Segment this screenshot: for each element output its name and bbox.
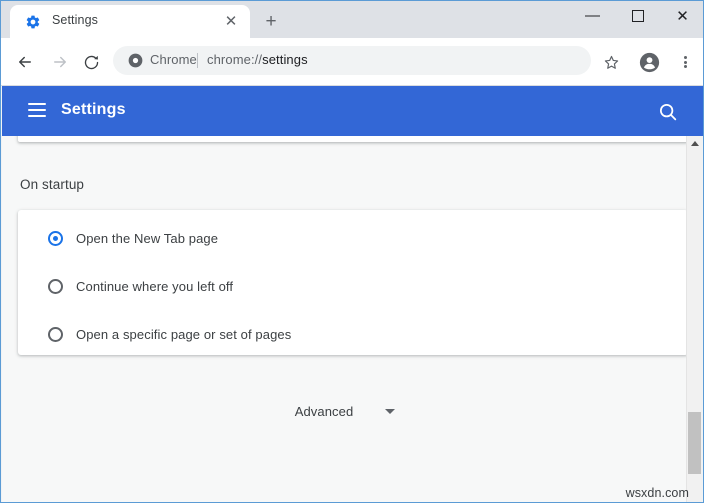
maximize-icon [632,10,644,22]
section-heading-on-startup: On startup [20,177,84,192]
radio-button[interactable] [48,327,63,342]
arrow-right-icon [51,53,69,71]
vertical-scrollbar[interactable] [686,136,702,503]
url-suffix: settings [262,52,308,67]
chrome-logo-icon [128,53,143,68]
advanced-label: Advanced [295,404,354,419]
forward-button[interactable] [46,48,74,76]
url-prefix: chrome:// [207,52,262,67]
back-button[interactable] [11,48,39,76]
startup-option-label: Open the New Tab page [76,231,218,246]
chevron-down-icon [385,409,395,414]
security-chip-label: Chrome [150,52,197,67]
page-title: Settings [61,101,126,119]
close-button[interactable]: ✕ [660,1,704,31]
radio-button[interactable] [48,279,63,294]
browser-menu-button[interactable] [671,48,699,76]
startup-option-continue[interactable]: Continue where you left off [18,262,688,310]
close-icon: ✕ [676,7,689,25]
minimize-button[interactable]: — [570,1,615,38]
scrollbar-thumb[interactable] [688,412,701,474]
three-dot-menu-icon [684,54,687,69]
hamburger-menu-icon[interactable] [28,103,46,117]
new-tab-button[interactable]: + [259,10,283,34]
previous-section-card-edge [18,136,688,142]
tab-close-icon[interactable]: ✕ [222,13,240,31]
window-controls: — ✕ [570,1,704,31]
startup-option-label: Open a specific page or set of pages [76,327,291,342]
scroll-up-arrow-icon[interactable] [691,141,699,146]
settings-content: On startup Open the New Tab page Continu… [2,136,688,503]
omnibox[interactable]: Chrome chrome://settings [113,46,591,75]
arrow-left-icon [16,53,34,71]
advanced-expand-button[interactable]: Advanced [2,404,688,419]
profile-button[interactable] [635,48,663,76]
maximize-button[interactable] [615,1,660,31]
startup-option-new-tab[interactable]: Open the New Tab page [18,214,688,262]
settings-header-bar: Settings [2,86,704,136]
profile-avatar-icon [639,52,660,73]
omnibox-url: chrome://settings [207,52,308,67]
startup-option-specific-page[interactable]: Open a specific page or set of pages [18,310,688,358]
radio-button[interactable] [48,231,63,246]
minimize-icon: — [585,12,600,20]
browser-toolbar: Chrome chrome://settings [1,38,704,86]
tab-strip: Settings ✕ + — ✕ [1,1,704,38]
tab-title: Settings [52,13,98,27]
search-icon[interactable] [657,101,679,123]
omnibox-separator [197,53,198,68]
on-startup-card: Open the New Tab page Continue where you… [18,210,688,355]
browser-tab-settings[interactable]: Settings ✕ [10,5,250,38]
gear-icon [25,14,41,30]
browser-window: Settings ✕ + — ✕ [0,0,704,503]
startup-option-label: Continue where you left off [76,279,233,294]
watermark: wsxdn.com [626,486,689,500]
bookmark-star-button[interactable] [597,48,625,76]
reload-button[interactable] [77,48,105,76]
star-icon [603,54,620,71]
reload-icon [83,54,100,71]
